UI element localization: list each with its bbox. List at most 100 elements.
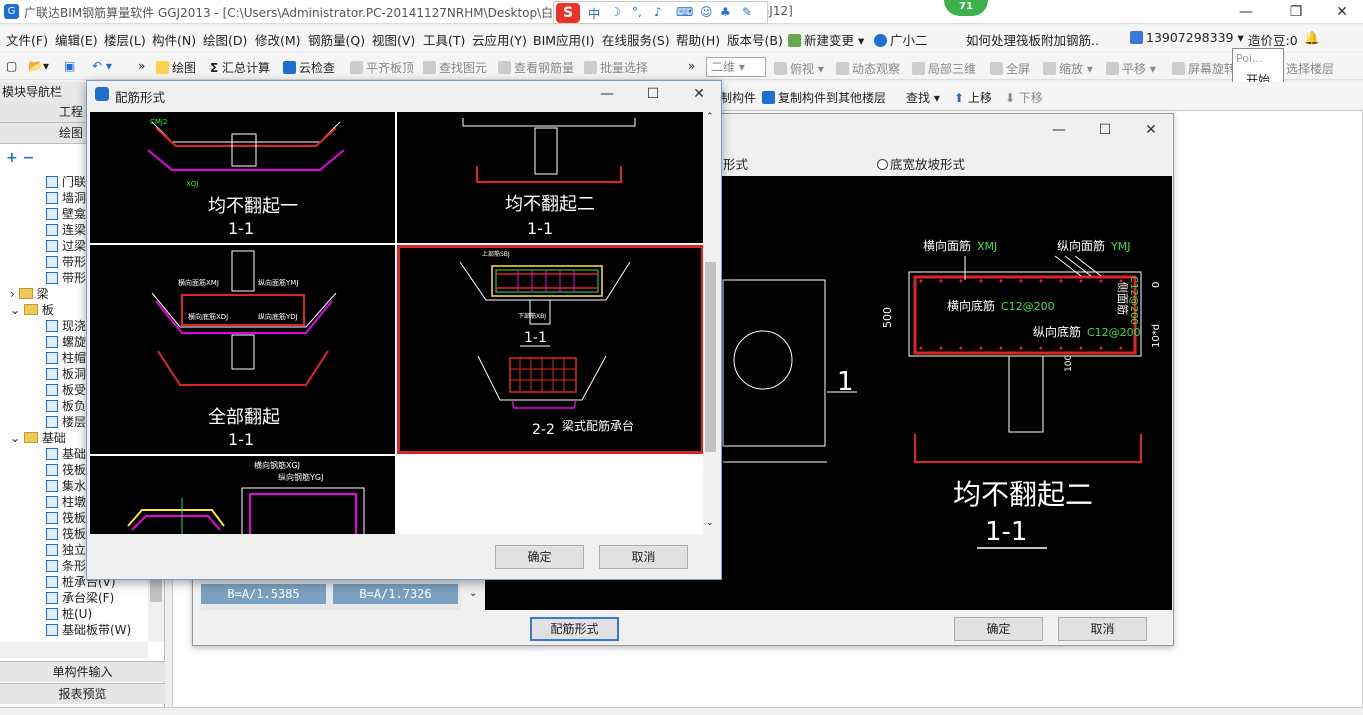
form-option-no-bend-1[interactable]: CMJ2 XQJ 均不翻起一 1-1 — [90, 112, 395, 243]
question-link[interactable]: 如何处理筏板附加钢筋.. — [966, 30, 1099, 49]
tree-item[interactable]: 带形 — [46, 254, 86, 270]
dialog-maximize-icon[interactable]: ☐ — [639, 84, 667, 104]
tree-item[interactable]: 板洞 — [46, 366, 86, 382]
ime-toolbar[interactable]: S 中 ☽ °, ♪ ⌨ ☺ ♣ ✎ — [553, 1, 768, 24]
open-folder-icon[interactable]: 📂▾ — [28, 59, 49, 73]
new-file-icon[interactable]: ▢ — [6, 59, 17, 73]
gallery-scrollbar[interactable]: ⌃ ⌄ — [703, 112, 718, 534]
tree-item[interactable]: 基础 — [46, 446, 86, 462]
fullscreen-button[interactable]: 全屏 — [990, 60, 1030, 77]
tree-item[interactable]: 楼层 — [46, 414, 86, 430]
form-option-beam-cap[interactable]: 上部筋SBJ 下部筋XBJ 1-1 2-2 梁式配筋承台 — [397, 245, 704, 454]
ime-mic-icon[interactable]: ♪ — [654, 5, 662, 19]
batch-select-button[interactable]: 批量选择 — [584, 59, 648, 76]
find-button[interactable]: 查找 ▾ — [906, 89, 940, 106]
top-view-button[interactable]: 俯视 ▾ — [774, 60, 824, 77]
menu-component[interactable]: 构件(N) — [152, 30, 196, 49]
tree-folder[interactable]: ⌄ 板 — [10, 302, 54, 318]
scroll-up-icon[interactable]: ⌃ — [706, 112, 714, 122]
ime-user-icon[interactable]: ☺ — [700, 5, 713, 19]
pan-button[interactable]: 平移 ▾ — [1106, 60, 1156, 77]
form-option-no-bend-2[interactable]: 均不翻起二 1-1 — [397, 112, 704, 243]
menu-rebar[interactable]: 钢筋量(Q) — [308, 30, 365, 49]
tree-item[interactable]: 承台梁(F) — [46, 590, 114, 606]
radio-form-left[interactable]: 形式 — [723, 154, 748, 173]
minimize-icon[interactable]: — — [1232, 2, 1260, 22]
tree-item[interactable]: 集水 — [46, 478, 86, 494]
chevron-right-icon[interactable]: » — [688, 59, 695, 73]
menu-bim[interactable]: BIM应用(I) — [533, 30, 595, 49]
chevron-down-icon[interactable]: ⌄ — [469, 588, 477, 599]
radio-bottom-slope[interactable]: 底宽放坡形式 — [877, 154, 965, 173]
chevron-down-icon[interactable]: ⌄ — [10, 431, 24, 445]
dialog-close-icon[interactable]: ✕ — [685, 84, 713, 104]
new-change-menu[interactable]: 新建变更 ▾ — [788, 30, 864, 49]
gallery-scroll-thumb[interactable] — [705, 262, 716, 452]
dialog-ok-button[interactable]: 确定 — [495, 545, 584, 569]
tree-item[interactable]: 现浇 — [46, 318, 86, 334]
dialog-cancel-button[interactable]: 取消 — [599, 545, 688, 569]
report-preview-button[interactable]: 报表预览 — [0, 683, 165, 704]
bg-minimize-icon[interactable]: — — [1045, 120, 1073, 140]
notification-badge[interactable]: 71 — [944, 0, 988, 16]
scroll-down-icon[interactable]: ⌄ — [706, 518, 714, 528]
tree-item[interactable]: 筏板 — [46, 526, 86, 542]
ime-moon-icon[interactable]: ☽ — [610, 5, 621, 19]
ime-keyboard-icon[interactable]: ⌨ — [676, 5, 693, 19]
select-floor-button[interactable]: 选择楼层 — [1286, 60, 1334, 77]
view-mode-select[interactable]: 二维 ▾ — [706, 57, 766, 77]
tree-folder[interactable]: › 梁 — [10, 286, 49, 302]
tree-item[interactable]: 墙洞 — [46, 190, 86, 206]
tree-item[interactable]: 柱帽 — [46, 350, 86, 366]
form-option-5[interactable]: 横向钢筋XGJ 纵向钢筋YGJ — [90, 456, 395, 534]
user-account[interactable]: 13907298339 ▾ — [1130, 30, 1244, 45]
tree-item[interactable]: 门联 — [46, 174, 86, 190]
dynamic-view-button[interactable]: 动态观察 — [836, 60, 900, 77]
tree-item[interactable]: 条形 — [46, 558, 86, 574]
menu-view[interactable]: 视图(V) — [372, 30, 415, 49]
tree-item[interactable]: 基础板带(W) — [46, 622, 131, 638]
close-icon[interactable]: ✕ — [1328, 2, 1356, 22]
ime-tool-icon[interactable]: ✎ — [742, 5, 752, 19]
rebar-form-button[interactable]: 配筋形式 — [530, 617, 619, 641]
ime-punct-icon[interactable]: °, — [632, 5, 642, 19]
ime-chinese-icon[interactable]: 中 — [588, 5, 600, 22]
local-3d-button[interactable]: 局部三维 — [912, 60, 976, 77]
save-icon[interactable]: ▣ — [64, 59, 75, 73]
menu-version[interactable]: 版本号(B) — [727, 30, 783, 49]
copy-element-button[interactable]: 制构件 — [720, 89, 756, 106]
move-up-button[interactable]: ⬆ 上移 — [954, 89, 992, 106]
tree-item[interactable]: 连梁 — [46, 222, 86, 238]
form-option-all-bend[interactable]: 横向面筋XMJ 纵向面筋YMJ 横向底筋XDJ 纵向底筋YDJ 全部翻起 1-1 — [90, 245, 395, 454]
menu-online[interactable]: 在线服务(S) — [602, 30, 670, 49]
tree-item[interactable]: 过梁 — [46, 238, 86, 254]
menu-floor[interactable]: 楼层(L) — [104, 30, 146, 49]
dialog-minimize-icon[interactable]: — — [593, 84, 621, 104]
bg-cancel-button[interactable]: 取消 — [1058, 617, 1147, 641]
zoom-button[interactable]: 缩放 ▾ — [1043, 60, 1093, 77]
tree-item[interactable]: 筏板 — [46, 462, 86, 478]
sogou-icon[interactable]: S — [556, 3, 580, 23]
menu-edit[interactable]: 编辑(E) — [55, 30, 98, 49]
tree-item[interactable]: 板负 — [46, 398, 86, 414]
bell-icon[interactable]: 🔔 — [1304, 30, 1320, 46]
single-input-button[interactable]: 单构件输入 — [0, 661, 165, 682]
bg-close-icon[interactable]: ✕ — [1137, 120, 1165, 140]
tree-item[interactable]: 带形 — [46, 270, 86, 286]
sum-calc-button[interactable]: Σ 汇总计算 — [210, 59, 270, 76]
restore-icon[interactable]: ❐ — [1282, 2, 1310, 22]
chevron-right-icon[interactable]: » — [138, 59, 145, 73]
undo-icon[interactable]: ↶ ▾ — [92, 59, 112, 73]
tree-item[interactable]: 柱墩 — [46, 494, 86, 510]
menu-modify[interactable]: 修改(M) — [255, 30, 301, 49]
tree-folder[interactable]: ⌄ 基础 — [10, 430, 66, 446]
move-down-button[interactable]: ⬇ 下移 — [1005, 89, 1043, 106]
flat-slab-button[interactable]: 平齐板顶 — [350, 59, 414, 76]
menu-file[interactable]: 文件(F) — [6, 30, 48, 49]
menu-draw[interactable]: 绘图(D) — [203, 30, 247, 49]
menu-cloud[interactable]: 云应用(Y) — [472, 30, 527, 49]
assistant-menu[interactable]: 广小二 — [874, 30, 928, 49]
cloud-check-button[interactable]: 云检查 — [283, 59, 335, 76]
tree-item[interactable]: 独立 — [46, 542, 86, 558]
ime-skin-icon[interactable]: ♣ — [720, 5, 731, 19]
